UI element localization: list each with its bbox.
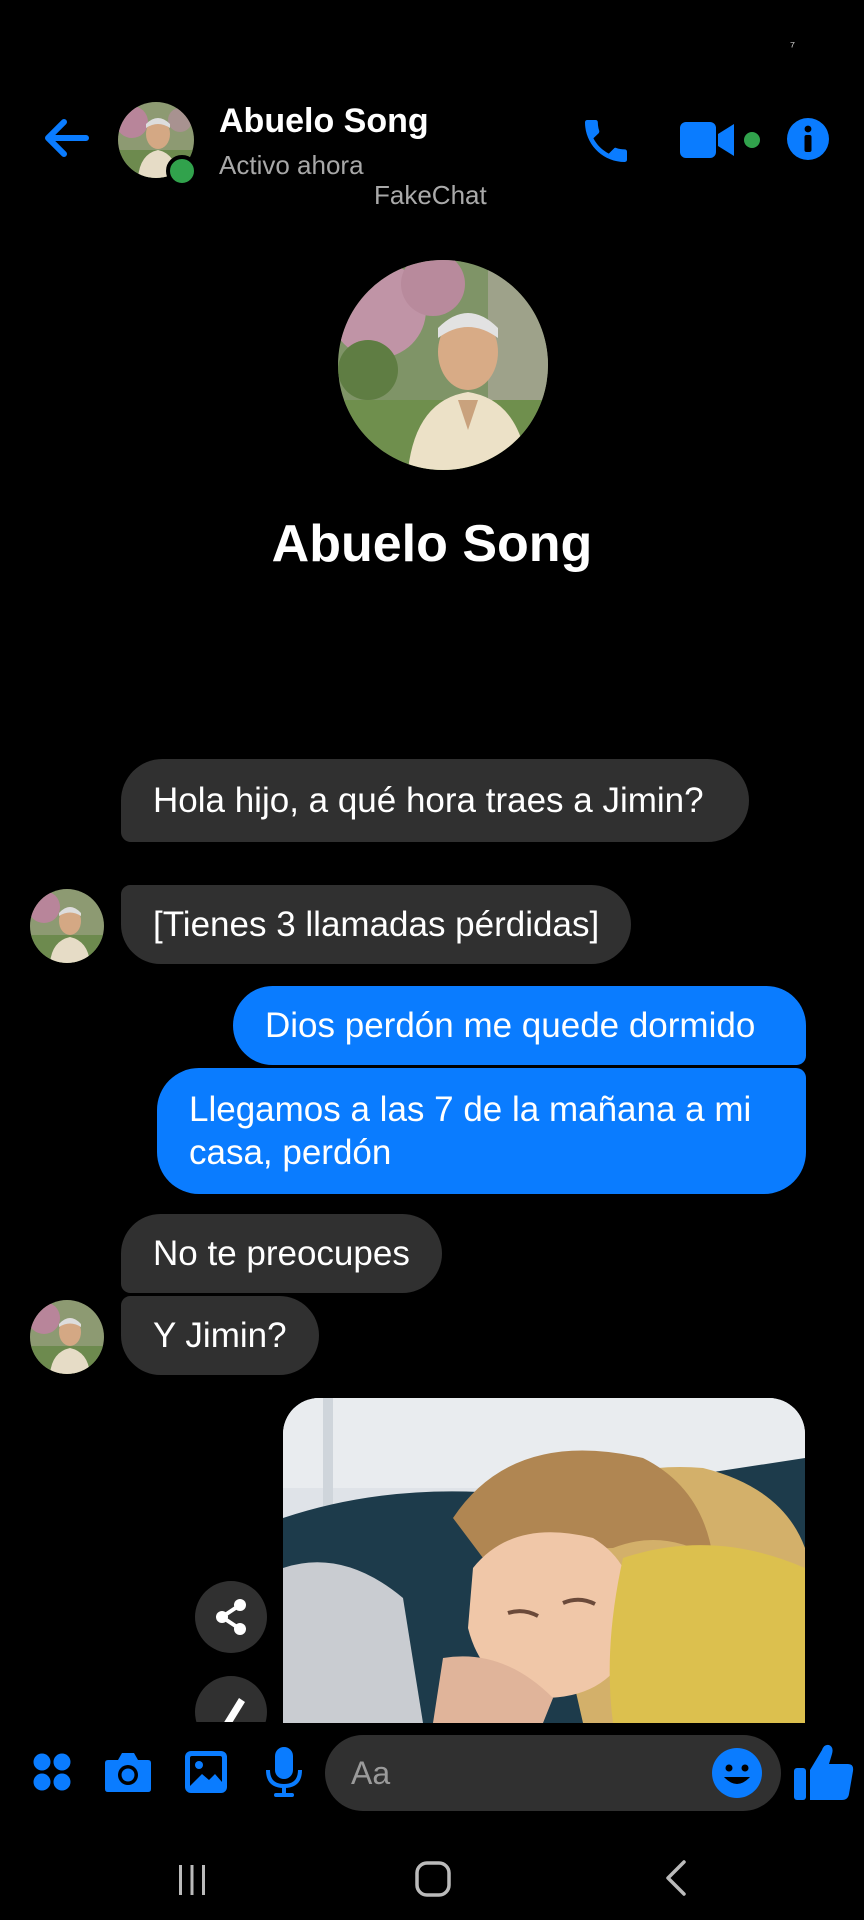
message-bubble-incoming[interactable]: Hola hijo, a qué hora traes a Jimin?	[121, 759, 749, 842]
message-input-placeholder: Aa	[351, 1755, 391, 1791]
edit-icon	[224, 1698, 245, 1722]
phone-icon[interactable]	[578, 113, 634, 169]
share-icon	[216, 1599, 246, 1635]
share-button[interactable]	[195, 1581, 267, 1653]
message-avatar[interactable]	[30, 1300, 104, 1374]
profile-photo	[338, 260, 548, 470]
online-indicator	[166, 155, 198, 187]
message-input[interactable]: Aa	[325, 1735, 781, 1811]
message-bubble-outgoing[interactable]: Dios perdón me quede dormido	[233, 986, 806, 1065]
recents-icon[interactable]	[174, 1862, 210, 1898]
contact-name[interactable]: Abuelo Song	[219, 102, 429, 141]
message-bubble-incoming[interactable]: [Tienes 3 llamadas pérdidas]	[121, 885, 632, 964]
message-avatar[interactable]	[30, 889, 104, 963]
status-mark: ⁷	[790, 38, 796, 54]
video-online-dot	[744, 132, 760, 148]
edit-button[interactable]	[195, 1676, 267, 1722]
message-bubble-incoming[interactable]: No te preocupes	[121, 1214, 442, 1293]
thumbs-up-icon[interactable]	[792, 1740, 856, 1804]
microphone-icon[interactable]	[264, 1746, 304, 1798]
photo-message[interactable]	[283, 1398, 805, 1723]
back-arrow-icon[interactable]	[40, 112, 92, 164]
contact-status: Activo ahora	[219, 150, 364, 180]
watermark: FakeChat	[374, 180, 487, 210]
system-nav-bar	[0, 1846, 864, 1920]
profile-name: Abuelo Song	[271, 515, 593, 573]
home-icon[interactable]	[414, 1860, 452, 1898]
info-icon[interactable]	[786, 117, 830, 161]
message-bubble-outgoing[interactable]: Llegamos a las 7 de la mañana a mi casa,…	[157, 1068, 806, 1194]
camera-icon[interactable]	[104, 1750, 152, 1794]
back-nav-icon[interactable]	[660, 1858, 694, 1898]
emoji-icon[interactable]	[711, 1747, 763, 1799]
apps-icon[interactable]	[32, 1752, 72, 1792]
message-bubble-incoming[interactable]: Y Jimin?	[121, 1296, 319, 1375]
video-camera-icon[interactable]	[678, 118, 738, 162]
gallery-icon[interactable]	[184, 1750, 228, 1794]
